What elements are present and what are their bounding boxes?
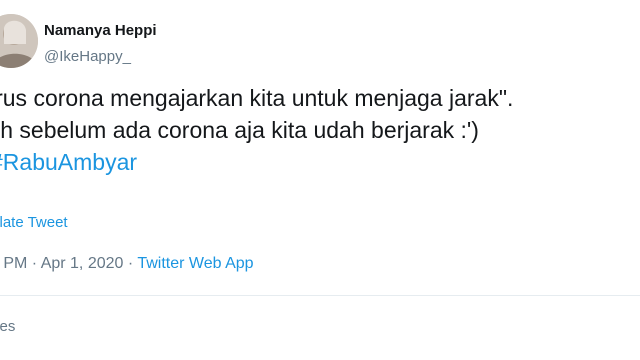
avatar-image xyxy=(0,14,38,68)
source-app-link[interactable]: Twitter Web App xyxy=(137,255,253,272)
tweet-text: irus corona mengajarkan kita untuk menja… xyxy=(0,82,513,178)
tweet-date[interactable]: Apr 1, 2020 xyxy=(41,255,124,272)
tweet-meta: 9 PM · Apr 1, 2020 · Twitter Web App xyxy=(0,255,254,273)
author-handle[interactable]: @IkeHappy_ xyxy=(44,48,131,65)
tweet-time[interactable]: 9 PM xyxy=(0,255,27,272)
divider xyxy=(0,295,640,296)
meta-separator: · xyxy=(127,255,134,272)
tweet-card: Namanya Heppi @IkeHappy_ irus corona men… xyxy=(0,0,640,360)
tweet-text-line-1: irus corona mengajarkan kita untuk menja… xyxy=(0,85,514,111)
author-name[interactable]: Namanya Heppi xyxy=(44,22,157,39)
meta-separator: · xyxy=(31,255,38,272)
avatar[interactable] xyxy=(0,14,38,68)
tweet-text-line-2: lih sebelum ada corona aja kita udah ber… xyxy=(0,117,479,143)
translate-tweet-link[interactable]: slate Tweet xyxy=(0,214,68,231)
likes-count[interactable]: kes xyxy=(0,318,15,335)
hashtag-line: #RabuAmbyar xyxy=(0,146,513,178)
hashtag-link[interactable]: #RabuAmbyar xyxy=(0,149,137,175)
